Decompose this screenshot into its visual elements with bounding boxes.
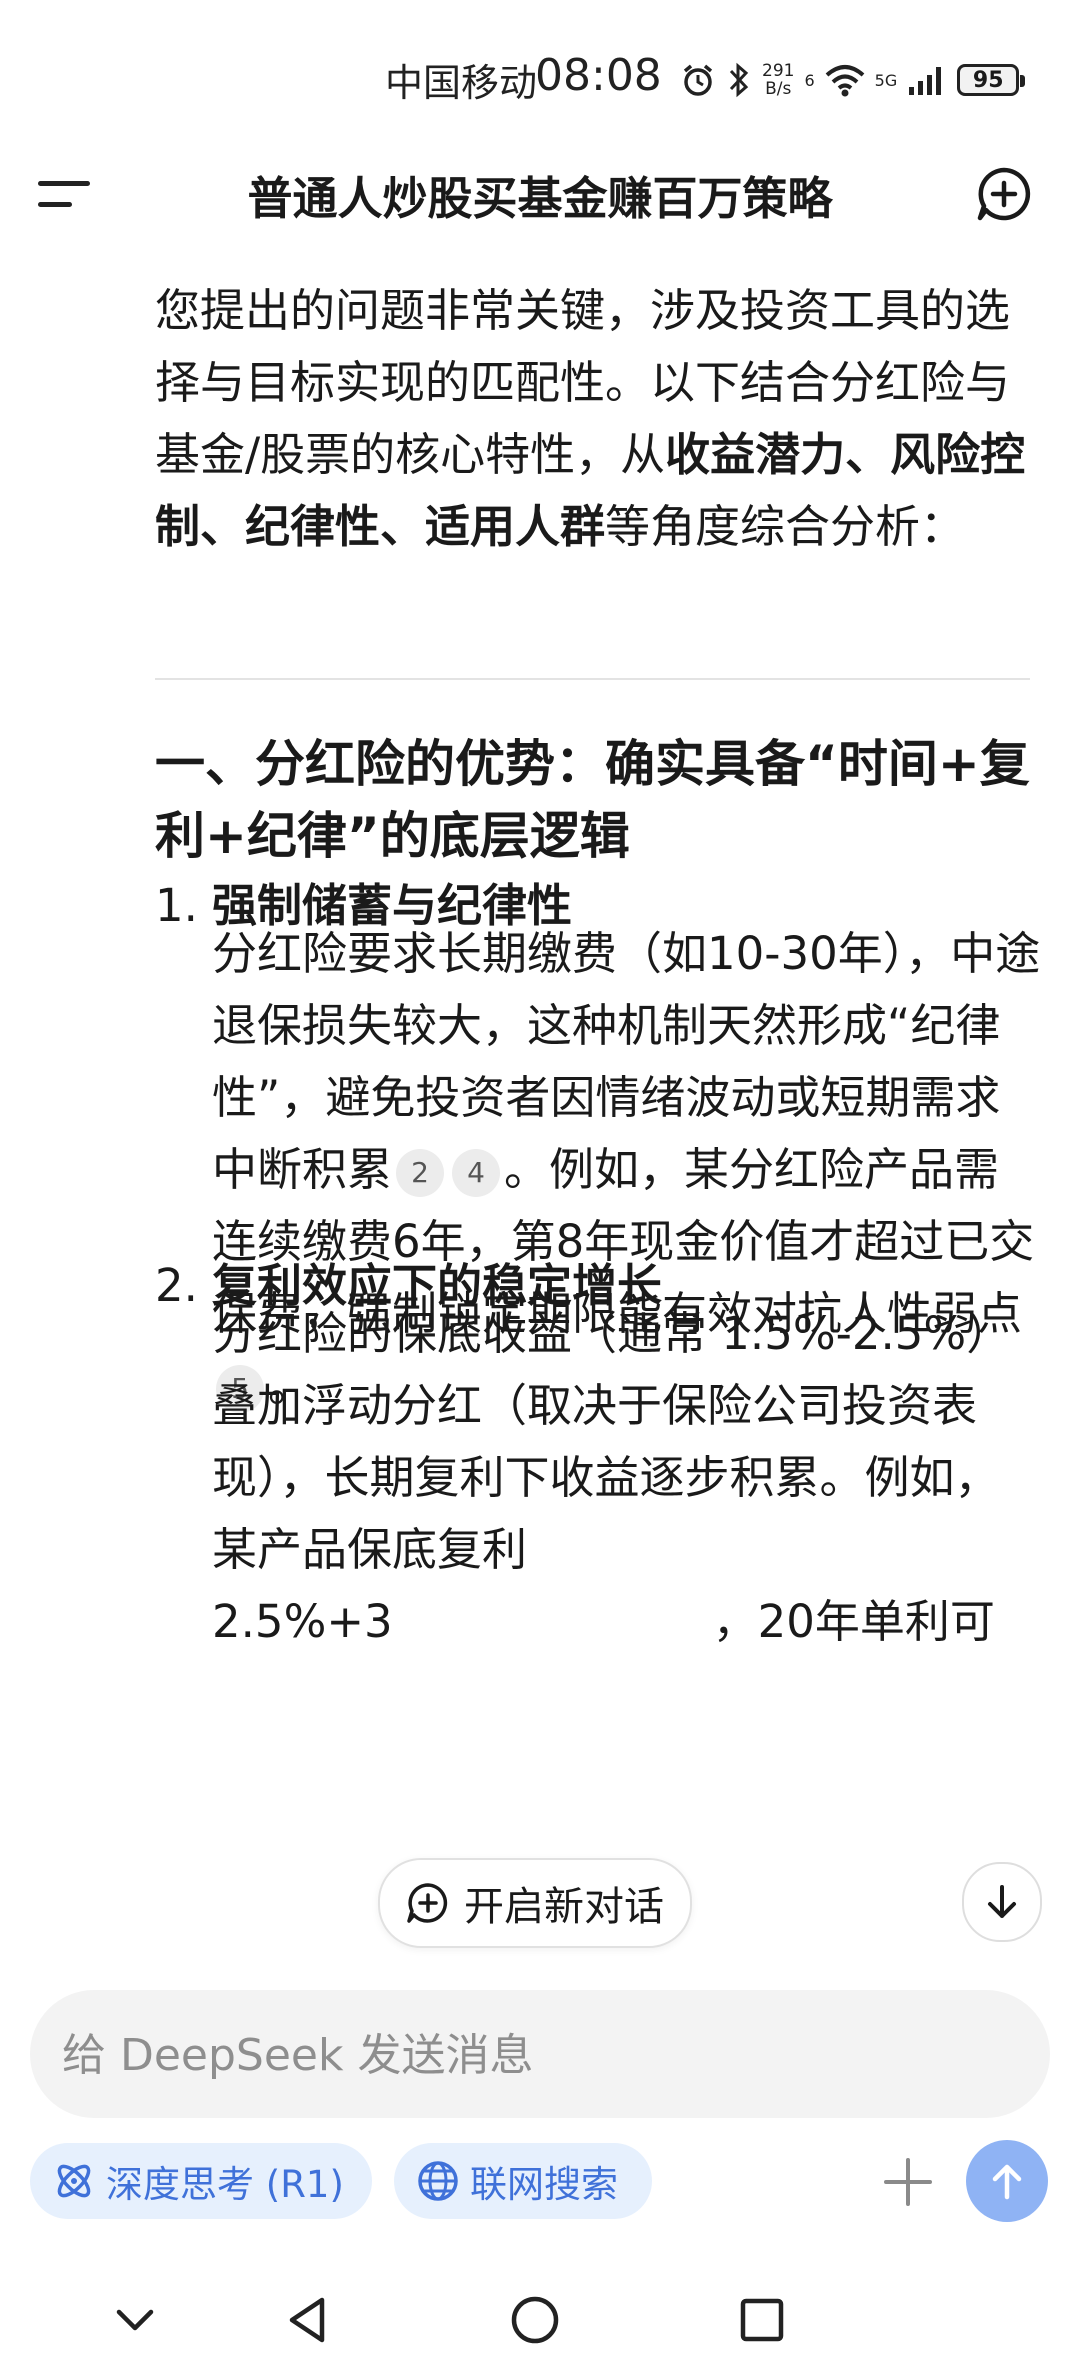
citation-badge[interactable]: 2 xyxy=(396,1149,445,1197)
arrow-up-icon xyxy=(992,2164,1022,2200)
send-button[interactable] xyxy=(966,2140,1048,2222)
back-icon[interactable] xyxy=(278,2290,338,2350)
attach-plus-icon[interactable] xyxy=(878,2152,938,2212)
net-speed: 291 B/s xyxy=(762,62,794,98)
clock: 08:08 xyxy=(535,50,662,101)
wifi-icon xyxy=(825,65,864,97)
page-title: 普通人炒股买基金赚百万策略 xyxy=(247,172,833,225)
list-item-body: 分红险的保底收益（通常 1.5%-2.5%）叠加浮动分红（取决于保险公司投资表现… xyxy=(212,1298,1042,1658)
message-input[interactable] xyxy=(60,1990,1014,2120)
new-chat-label: 开启新对话 xyxy=(464,1884,664,1930)
section-divider xyxy=(155,678,1030,680)
wifi-badge: 6 xyxy=(804,70,815,90)
signal-icon xyxy=(909,67,942,95)
arrow-down-icon xyxy=(988,1885,1016,1918)
atom-icon xyxy=(57,2164,91,2198)
battery-icon: 95 xyxy=(957,64,1026,96)
deep-think-label: 深度思考 (R1) xyxy=(106,2163,344,2206)
system-nav-bar xyxy=(0,2270,1080,2376)
globe-icon xyxy=(418,2161,458,2201)
list-item-text: ，20年单利可 xyxy=(712,1595,995,1648)
home-icon[interactable] xyxy=(505,2290,565,2350)
chat-content: 您提出的问题非常关键，涉及投资工具的选择与目标实现的匹配性。以下结合分红险与基金… xyxy=(0,245,1080,1935)
chevron-down-icon[interactable] xyxy=(105,2290,165,2350)
chat-plus-icon xyxy=(407,1883,448,1923)
status-bar: 中国移动 08:08 291 B/s 6 5G 95 xyxy=(0,0,1080,150)
net-speed-value: 291 xyxy=(762,61,795,81)
carrier-label: 中国移动 xyxy=(385,61,538,105)
scroll-to-bottom-button[interactable] xyxy=(962,1862,1042,1942)
section-heading: 一、分红险的优势：确实具备“时间+复利+纪律”的底层逻辑 xyxy=(155,735,1030,865)
message-input-container xyxy=(30,1990,1050,2120)
intro-paragraph: 您提出的问题非常关键，涉及投资工具的选择与目标实现的匹配性。以下结合分红险与基金… xyxy=(155,275,1035,563)
new-chat-icon[interactable] xyxy=(976,166,1032,222)
recents-icon[interactable] xyxy=(732,2290,792,2350)
web-search-toggle[interactable]: 联网搜索 xyxy=(394,2143,652,2219)
new-chat-button[interactable]: 开启新对话 xyxy=(378,1858,692,1948)
list-item-number: 2. xyxy=(155,1259,198,1312)
app-header: 普通人炒股买基金赚百万策略 xyxy=(0,150,1080,240)
intro-tail-text: 等角度综合分析： xyxy=(605,500,966,553)
signal-badge: 5G xyxy=(874,70,898,90)
bluetooth-icon xyxy=(729,62,749,98)
net-speed-unit: B/s xyxy=(765,79,792,99)
citation-badge[interactable]: 4 xyxy=(452,1149,501,1197)
battery-level: 95 xyxy=(972,67,1004,93)
alarm-icon xyxy=(683,64,713,96)
list-item-number: 1. xyxy=(155,879,198,932)
deep-think-toggle[interactable]: 深度思考 (R1) xyxy=(30,2143,372,2219)
web-search-label: 联网搜索 xyxy=(470,2163,618,2206)
status-icons: 291 B/s 6 5G 95 xyxy=(680,55,1026,105)
